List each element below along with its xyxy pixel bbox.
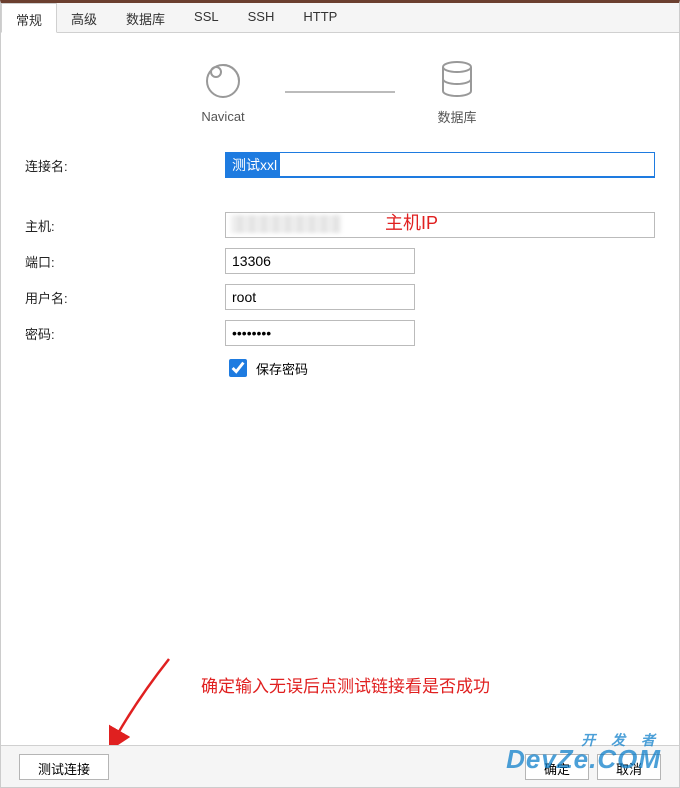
tab-http[interactable]: HTTP	[289, 3, 352, 32]
connection-diagram: Navicat 数据库	[1, 33, 679, 132]
test-connection-button[interactable]: 测试连接	[19, 754, 109, 780]
label-conn-name: 连接名:	[25, 156, 225, 175]
tab-database[interactable]: 数据库	[112, 3, 180, 32]
connection-form: 连接名: 主机: 主机IP 端口: 用户名: 密码: 保存密码	[1, 132, 679, 380]
database-icon	[435, 57, 479, 101]
label-host: 主机:	[25, 216, 225, 235]
dialog-footer: 测试连接 确定 取消	[1, 745, 679, 787]
tab-ssl[interactable]: SSL	[180, 3, 234, 32]
navicat-icon	[201, 59, 245, 103]
tab-general[interactable]: 常规	[1, 3, 57, 33]
diagram-left-label: Navicat	[201, 109, 244, 124]
label-user: 用户名:	[25, 288, 225, 307]
port-input[interactable]	[225, 248, 415, 274]
label-password: 密码:	[25, 324, 225, 343]
user-input[interactable]	[225, 284, 415, 310]
host-blurred	[231, 215, 341, 233]
conn-name-input[interactable]	[225, 152, 655, 178]
save-password-checkbox[interactable]	[229, 359, 247, 377]
password-input[interactable]	[225, 320, 415, 346]
diagram-connector	[285, 91, 395, 93]
cancel-button[interactable]: 取消	[597, 754, 661, 780]
label-port: 端口:	[25, 252, 225, 271]
tab-ssh[interactable]: SSH	[234, 3, 290, 32]
ok-button[interactable]: 确定	[525, 754, 589, 780]
tab-bar: 常规 高级 数据库 SSL SSH HTTP	[1, 3, 679, 33]
annotation-instruction: 确定输入无误后点测试链接看是否成功	[201, 672, 490, 697]
label-save-password: 保存密码	[256, 359, 308, 378]
arrow-annotation	[109, 657, 179, 747]
diagram-right-label: 数据库	[437, 107, 476, 126]
tab-advanced[interactable]: 高级	[57, 3, 112, 32]
